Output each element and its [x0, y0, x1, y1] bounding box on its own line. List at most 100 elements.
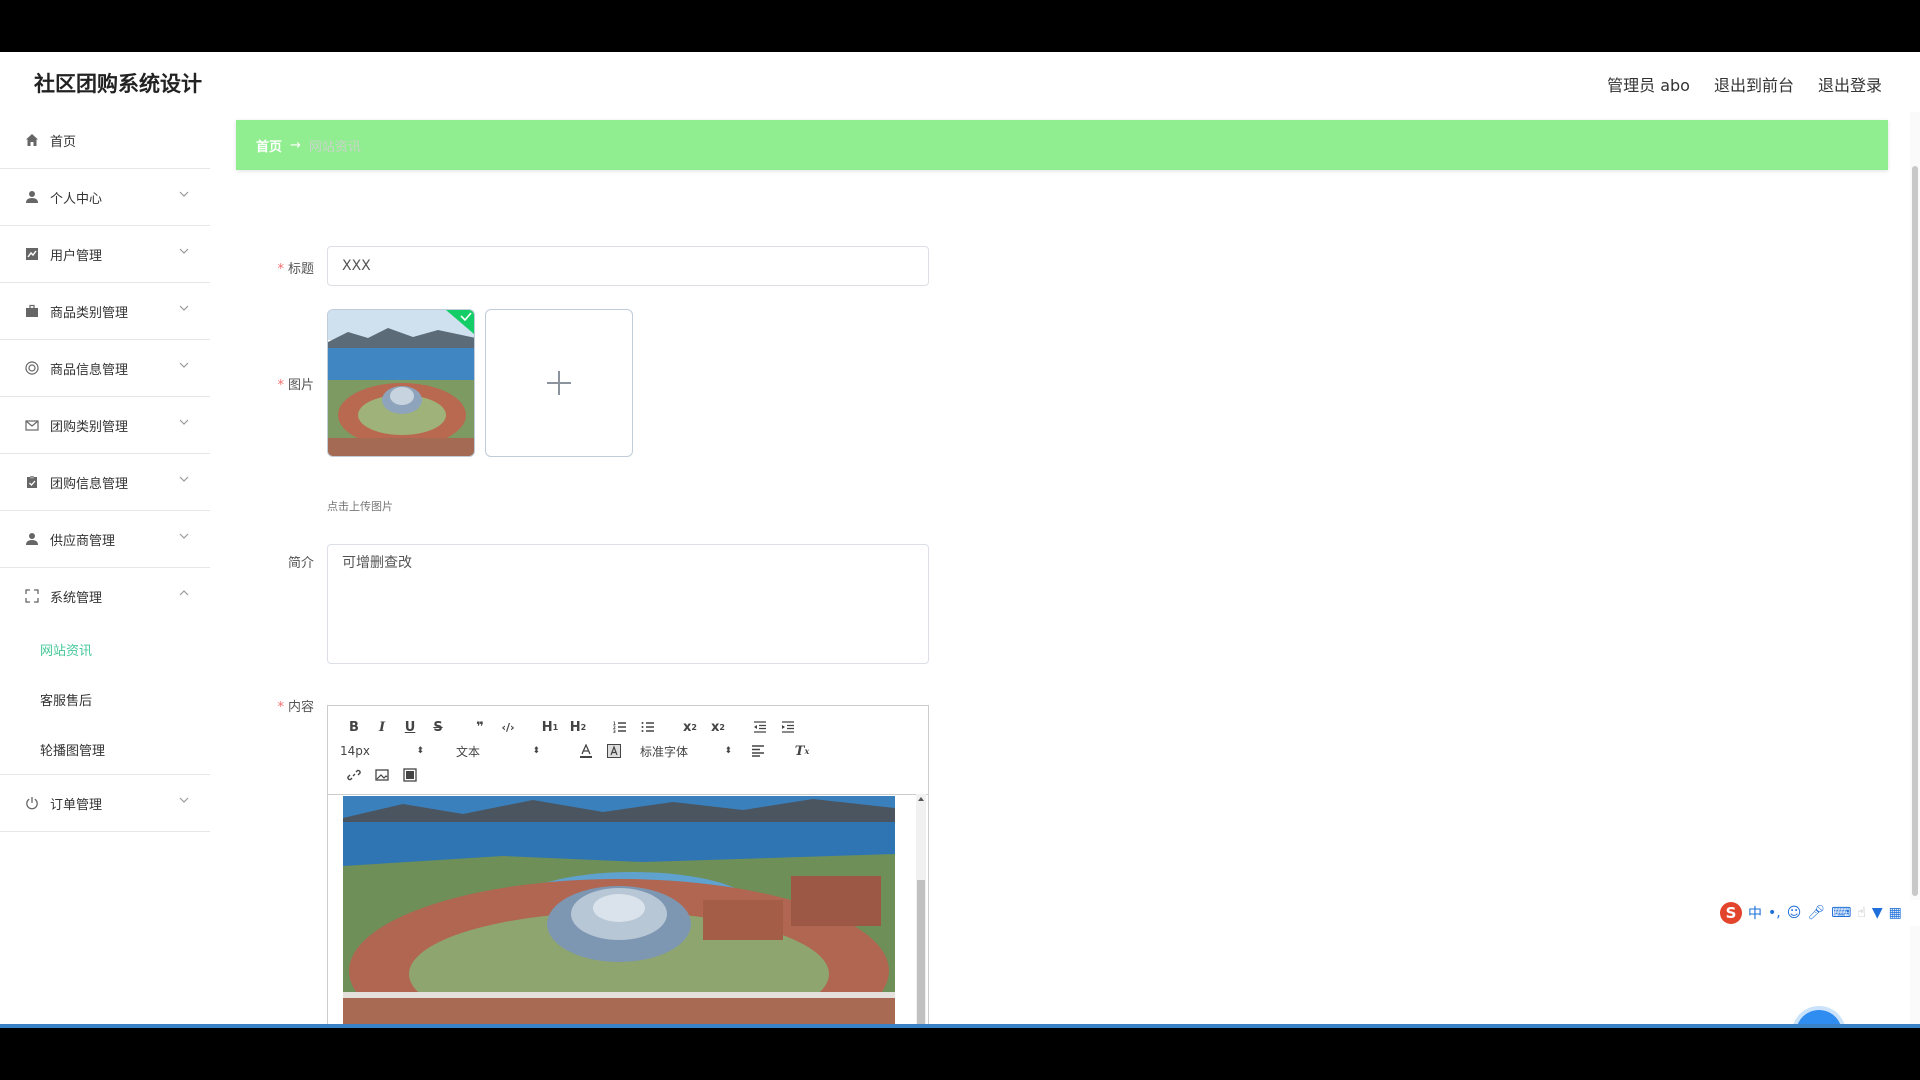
logout-link[interactable]: 退出登录: [1818, 72, 1882, 96]
bullet-list-button[interactable]: [634, 716, 662, 738]
keyboard-icon[interactable]: ⌨: [1831, 905, 1851, 921]
intro-label: 简介: [230, 552, 314, 571]
page-scroll-thumb[interactable]: [1912, 166, 1918, 896]
sidebar-item-group-info[interactable]: 团购信息管理: [0, 454, 210, 511]
chevron-down-icon: [179, 476, 189, 482]
bold-button[interactable]: B: [340, 716, 368, 738]
background-color-button[interactable]: [600, 740, 628, 762]
strike-button[interactable]: S: [424, 716, 452, 738]
select-arrows-icon: ⬍: [724, 746, 732, 756]
punctuation-icon[interactable]: •,: [1768, 905, 1781, 921]
editor-scroll-thumb[interactable]: [917, 880, 925, 1027]
mail-icon: [24, 417, 40, 433]
breadcrumb-home[interactable]: 首页: [256, 136, 282, 155]
emoji-icon[interactable]: ☺: [1787, 905, 1802, 921]
blockquote-button[interactable]: ❞: [466, 716, 494, 738]
font-size-value: 14px: [340, 744, 370, 758]
heading1-button[interactable]: H1: [536, 716, 564, 738]
sogou-logo-icon[interactable]: S: [1720, 902, 1742, 924]
font-size-select[interactable]: 14px ⬍: [340, 740, 428, 762]
content-campus-image: [343, 796, 895, 1027]
sidebar-sub-news[interactable]: 网站资讯: [0, 624, 210, 674]
chevron-up-icon: [179, 590, 189, 596]
breadcrumb-current: 网站资讯: [308, 139, 361, 155]
intro-label-text: 简介: [287, 556, 314, 571]
ordered-list-button[interactable]: 123: [606, 716, 634, 738]
block-format-value: 文本: [456, 744, 481, 759]
subscript-button[interactable]: x2: [676, 716, 704, 738]
link-button[interactable]: [340, 764, 368, 786]
sidebar-item-label: 供应商管理: [50, 533, 116, 549]
superscript-button[interactable]: x2: [704, 716, 732, 738]
ime-mode-toggle[interactable]: 中: [1748, 903, 1762, 923]
chevron-down-icon: [179, 305, 189, 311]
app-window: 社区团购系统设计 管理员 abo 退出到前台 退出登录 首页 个人中心 用户管理: [0, 52, 1920, 1027]
briefcase-icon: [24, 303, 40, 319]
indent-button[interactable]: [774, 716, 802, 738]
select-arrows-icon: ⬍: [532, 746, 540, 756]
intro-textarea[interactable]: 可增删查改: [327, 544, 929, 664]
font-color-button[interactable]: [572, 740, 600, 762]
chevron-down-icon: [179, 419, 189, 425]
align-button[interactable]: [744, 740, 772, 762]
sidebar-sub-service[interactable]: 客服售后: [0, 674, 210, 724]
block-format-select[interactable]: 文本 ⬍: [456, 740, 544, 762]
video-button[interactable]: [396, 764, 424, 786]
upload-hint: 点击上传图片: [327, 500, 393, 513]
menu-grid-icon[interactable]: ▦: [1889, 905, 1902, 921]
skin-icon[interactable]: ▼: [1872, 905, 1883, 921]
sidebar-item-personal[interactable]: 个人中心: [0, 169, 210, 226]
heading2-button[interactable]: H2: [564, 716, 592, 738]
title-input[interactable]: [327, 246, 929, 286]
header-links: 管理员 abo 退出到前台 退出登录: [1607, 72, 1882, 96]
sidebar-item-label: 订单管理: [50, 797, 103, 813]
sidebar-item-label: 系统管理: [50, 590, 103, 606]
microphone-icon[interactable]: 🎤︎: [1807, 905, 1825, 921]
sidebar-item-users[interactable]: 用户管理: [0, 226, 210, 283]
underline-button[interactable]: U: [396, 716, 424, 738]
sidebar-item-orders[interactable]: 订单管理: [0, 775, 210, 832]
sidebar-item-label: 团购类别管理: [50, 419, 129, 435]
content-label: * 内容: [230, 696, 314, 715]
sidebar-item-label: 首页: [50, 134, 77, 150]
required-mark: *: [277, 262, 284, 277]
expand-icon: [24, 588, 40, 604]
required-mark: *: [277, 700, 284, 715]
exit-to-front-link[interactable]: 退出到前台: [1714, 72, 1794, 96]
title-label: * 标题: [230, 258, 314, 277]
content-label-text: 内容: [287, 700, 314, 715]
gesture-icon[interactable]: ☝: [1857, 905, 1866, 921]
code-block-button[interactable]: ‹/›: [494, 716, 522, 738]
sidebar-item-system[interactable]: 系统管理: [0, 568, 210, 624]
sidebar-item-home[interactable]: 首页: [0, 112, 210, 169]
page-scrollbar[interactable]: [1910, 112, 1920, 1027]
font-family-select[interactable]: 标准字体 ⬍: [640, 740, 736, 762]
image-label-text: 图片: [287, 378, 314, 393]
editor-scrollbar[interactable]: [916, 794, 926, 1027]
clear-format-button[interactable]: Tx: [788, 740, 816, 762]
ime-toolbar: S 中 •, ☺ 🎤︎ ⌨ ☝ ▼ ▦: [1716, 900, 1920, 926]
uploaded-image-thumbnail[interactable]: [327, 309, 475, 457]
system-submenu: 网站资讯 客服售后 轮播图管理: [0, 624, 210, 775]
sidebar-sub-carousel[interactable]: 轮播图管理: [0, 724, 210, 774]
italic-button[interactable]: I: [368, 716, 396, 738]
sidebar-item-label: 商品信息管理: [50, 362, 129, 378]
sidebar-item-label: 商品类别管理: [50, 305, 129, 321]
editor-body[interactable]: [328, 794, 928, 1027]
top-header: 社区团购系统设计 管理员 abo 退出到前台 退出登录: [0, 52, 1920, 112]
outdent-button[interactable]: [746, 716, 774, 738]
image-button[interactable]: [368, 764, 396, 786]
editor-toolbar: B I U S ❞ ‹/› H1 H2 123 x 2 x 2 14px ⬍ 文…: [328, 706, 928, 795]
sidebar-item-goods-category[interactable]: 商品类别管理: [0, 283, 210, 340]
sidebar-item-group-category[interactable]: 团购类别管理: [0, 397, 210, 454]
app-title: 社区团购系统设计: [34, 72, 202, 96]
chevron-down-icon: [179, 191, 189, 197]
chart-icon: [24, 246, 40, 262]
scroll-up-arrow-icon[interactable]: [917, 796, 925, 802]
sidebar-item-label: 团购信息管理: [50, 476, 129, 492]
sidebar-item-goods-info[interactable]: 商品信息管理: [0, 340, 210, 397]
sidebar-item-label: 用户管理: [50, 248, 103, 264]
admin-user-label[interactable]: 管理员 abo: [1607, 72, 1690, 96]
image-upload-button[interactable]: [485, 309, 633, 457]
sidebar-item-supplier[interactable]: 供应商管理: [0, 511, 210, 568]
